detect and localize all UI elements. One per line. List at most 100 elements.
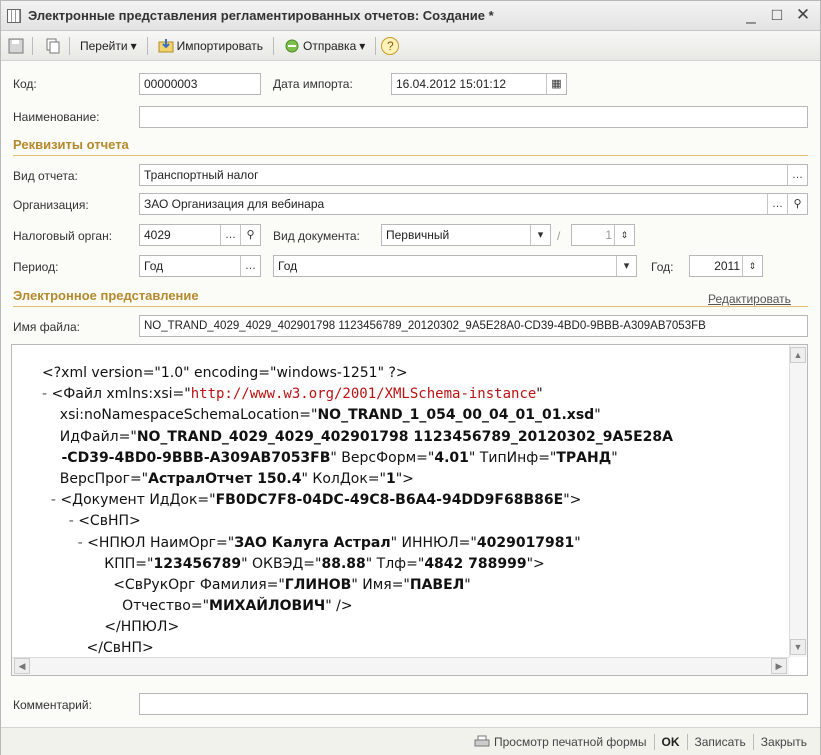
- scroll-right-icon[interactable]: ▶: [771, 658, 787, 674]
- calendar-icon[interactable]: ▦: [546, 74, 566, 94]
- scroll-up-icon[interactable]: ▲: [790, 347, 806, 363]
- xml-line: </НПЮЛ>: [42, 617, 785, 638]
- xml-line: -CD39-4BD0-9BBB-A309AB7053FB" ВерсФорм="…: [42, 448, 785, 469]
- period-label: Период:: [13, 260, 59, 274]
- xml-text: ">: [526, 555, 545, 572]
- vertical-scrollbar[interactable]: ▲ ▼: [789, 345, 807, 657]
- toolbar-separator: [273, 36, 274, 55]
- xml-attr-value: ЗАО Калуга Астрал: [234, 534, 391, 551]
- xml-text: <Документ ИдДок=": [60, 492, 216, 509]
- spin-icon[interactable]: ⇕: [742, 256, 762, 276]
- report-type-field[interactable]: Транспортный налог …: [139, 164, 808, 186]
- print-preview-button[interactable]: Просмотр печатной формы: [467, 731, 654, 753]
- select-button[interactable]: …: [787, 165, 807, 185]
- help-icon[interactable]: ?: [381, 36, 400, 55]
- year-field[interactable]: 2011 ⇕: [689, 255, 763, 277]
- xml-text: " ОКВЭД=": [241, 555, 322, 572]
- requisites-header: Реквизиты отчета: [13, 137, 129, 152]
- toolbar-separator: [146, 36, 148, 55]
- doc-type-select[interactable]: Первичный ▾: [381, 224, 551, 246]
- maximize-button[interactable]: □: [768, 5, 786, 25]
- xml-attr-value: FB0DC7F8-04DC-49C8-B6A4-94DD9F68B86E: [215, 492, 564, 509]
- xml-url: http://www.w3.org/2001/XMLSchema-instanc…: [190, 386, 537, 403]
- save-disk-icon[interactable]: [5, 36, 27, 56]
- code-label: Код:: [13, 77, 37, 91]
- xml-line: ВерсПрог="АстралОтчет 150.4" КолДок="1">: [42, 469, 785, 490]
- org-field[interactable]: ЗАО Организация для вебинара … ⚲: [139, 193, 808, 215]
- collapse-toggle[interactable]: -: [42, 513, 78, 529]
- comment-label: Комментарий:: [13, 698, 92, 712]
- select-button[interactable]: …: [240, 256, 260, 276]
- filename-field[interactable]: NO_TRAND_4029_4029_402901798 1123456789_…: [139, 315, 808, 337]
- comment-field[interactable]: [139, 693, 808, 715]
- scroll-left-icon[interactable]: ◀: [14, 658, 30, 674]
- window-controls: _ □ ✕: [742, 5, 812, 25]
- section-divider: [13, 155, 808, 156]
- xml-text: " />: [325, 598, 353, 615]
- import-date-field[interactable]: 16.04.2012 15:01:12 ▦: [391, 73, 567, 95]
- xml-attr-value: -CD39-4BD0-9BBB-A309AB7053FB: [42, 449, 331, 466]
- code-field[interactable]: 00000003: [139, 73, 261, 95]
- close-window-button[interactable]: ✕: [794, 5, 812, 25]
- xml-attr-value: ПАВЕЛ: [409, 576, 465, 593]
- period-select[interactable]: Год ▾: [273, 255, 637, 277]
- xml-attr-value: АстралОтчет 150.4: [148, 470, 302, 487]
- name-field[interactable]: [139, 106, 808, 128]
- xml-text: КПП=": [42, 555, 154, 572]
- spin-icon[interactable]: ⇕: [614, 225, 634, 245]
- tax-authority-field[interactable]: 4029 … ⚲: [139, 224, 261, 246]
- xml-attr-value: 123456789: [153, 555, 242, 572]
- filename-label: Имя файла:: [13, 320, 80, 334]
- send-menu-button[interactable]: Отправка ▾: [279, 35, 370, 57]
- import-button[interactable]: Импортировать: [153, 35, 268, 57]
- select-button[interactable]: …: [220, 225, 240, 245]
- xml-content: <?xml version="1.0" encoding="windows-12…: [12, 345, 785, 657]
- collapse-toggle[interactable]: -: [42, 492, 60, 508]
- edit-link[interactable]: Редактировать: [708, 292, 791, 306]
- dropdown-arrow-icon[interactable]: ▾: [616, 256, 636, 276]
- goto-menu-button[interactable]: Перейти ▾: [75, 35, 142, 57]
- xml-attr-value: NO_TRAND_1_054_00_04_01_01.xsd: [317, 407, 595, 424]
- printer-icon: [474, 735, 490, 746]
- xml-text: <СвРукОрг Фамилия=": [42, 576, 285, 593]
- import-icon: [158, 38, 174, 52]
- xml-attr-value: ГЛИНОВ: [284, 576, 352, 593]
- xml-line: <?xml version="1.0" encoding="windows-12…: [42, 363, 785, 384]
- name-label: Наименование:: [13, 110, 100, 124]
- xml-text: ">: [563, 492, 582, 509]
- toolbar-separator: [375, 36, 377, 55]
- scroll-down-icon[interactable]: ▼: [790, 639, 806, 655]
- dropdown-arrow-icon[interactable]: ▾: [530, 225, 550, 245]
- slash-separator: /: [557, 229, 561, 243]
- xml-text: ": [464, 576, 471, 593]
- xml-viewer[interactable]: <?xml version="1.0" encoding="windows-12…: [11, 344, 808, 676]
- dropdown-arrow-icon: ▾: [359, 38, 366, 53]
- xml-text: <?xml version="1.0" encoding="windows-12…: [42, 365, 408, 381]
- toolbar-separator: [69, 36, 70, 55]
- collapse-toggle[interactable]: -: [42, 535, 87, 551]
- xml-attr-value: МИХАЙЛОВИЧ: [209, 598, 326, 615]
- xml-line: <СвРукОрг Фамилия="ГЛИНОВ" Имя="ПАВЕЛ": [42, 575, 785, 596]
- period-short-field[interactable]: Год …: [139, 255, 261, 277]
- copy-icon[interactable]: [42, 36, 64, 56]
- toolbar-separator: [32, 36, 33, 55]
- select-button[interactable]: …: [767, 194, 787, 214]
- minimize-button[interactable]: _: [742, 5, 760, 25]
- save-button[interactable]: Записать: [688, 731, 753, 753]
- horizontal-scrollbar[interactable]: ◀ ▶: [12, 657, 789, 675]
- search-icon[interactable]: ⚲: [787, 194, 807, 214]
- close-button[interactable]: Закрыть: [754, 731, 814, 753]
- search-icon[interactable]: ⚲: [240, 225, 260, 245]
- xml-text: ">: [395, 470, 414, 487]
- collapse-toggle[interactable]: -: [42, 386, 52, 402]
- xml-text: ": [574, 534, 581, 551]
- ok-button[interactable]: OK: [655, 731, 687, 753]
- xml-text: ": [594, 407, 601, 424]
- xml-attr-value: 4029017981: [476, 534, 575, 551]
- xml-text: ": [536, 386, 543, 403]
- xml-text: <НПЮЛ НаимОрг=": [87, 534, 235, 551]
- xml-text: " КолДок=": [301, 470, 386, 487]
- xml-text: xsi:noNamespaceSchemaLocation=": [42, 407, 318, 424]
- correction-number-field[interactable]: 1 ⇕: [571, 224, 635, 246]
- report-type-label: Вид отчета:: [13, 169, 78, 183]
